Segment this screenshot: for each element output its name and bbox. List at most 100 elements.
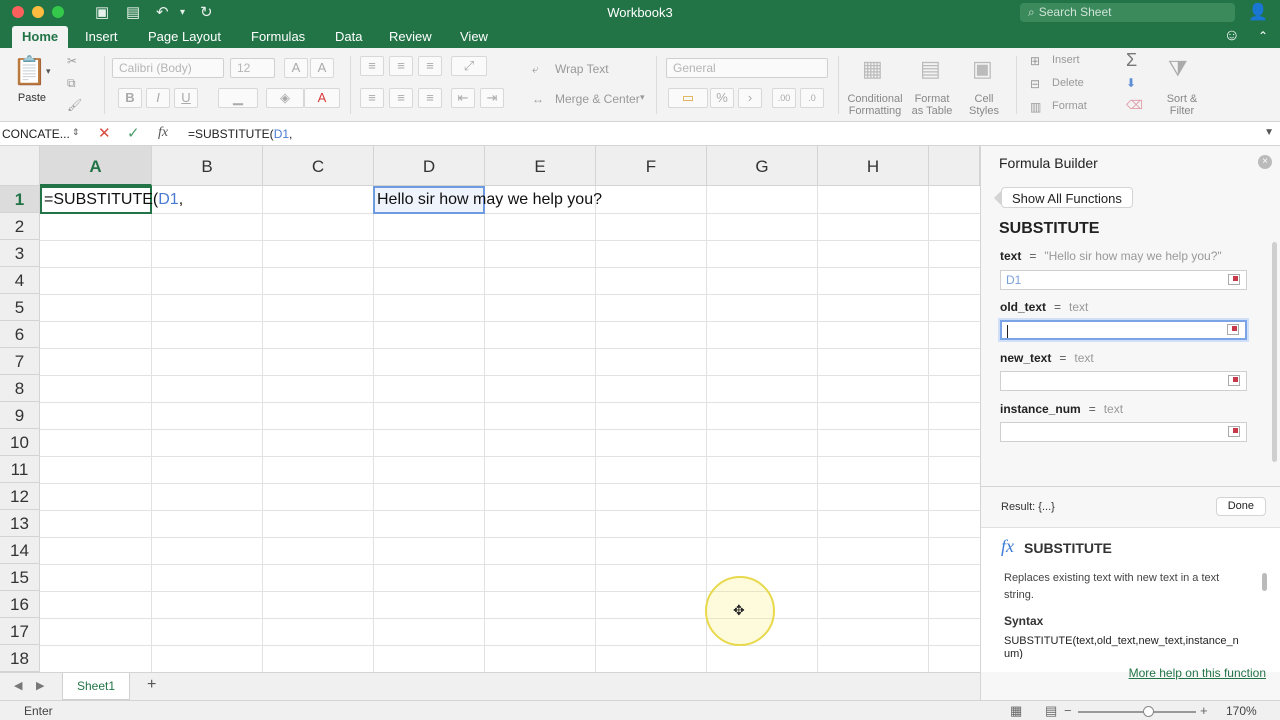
row-header-7[interactable]: 7: [0, 348, 40, 375]
add-sheet-icon[interactable]: +: [147, 676, 156, 694]
select-all-corner[interactable]: [0, 146, 40, 186]
row-header-11[interactable]: 11: [0, 456, 40, 483]
collapse-ribbon-icon[interactable]: ⌃: [1258, 29, 1268, 43]
align-bottom-button[interactable]: ≡: [418, 56, 442, 76]
spreadsheet-grid[interactable]: A B C D E F G H 1 2 3 4 5 6 7 8 9 10 11 …: [0, 146, 980, 672]
active-cell-a1[interactable]: =SUBSTITUTE(D1,: [40, 186, 183, 214]
bold-button[interactable]: B: [118, 88, 142, 108]
font-size-select[interactable]: 12: [230, 58, 275, 78]
tab-home[interactable]: Home: [12, 26, 69, 48]
paste-icon[interactable]: 📋: [12, 54, 47, 87]
tab-page-layout[interactable]: Page Layout: [138, 26, 231, 48]
decrease-decimal-button[interactable]: .0: [800, 88, 824, 108]
row-header-2[interactable]: 2: [0, 213, 40, 240]
previous-sheet-icon[interactable]: ◀: [14, 679, 22, 692]
merge-center-button[interactable]: Merge & Center: [555, 92, 640, 106]
accounting-format-button[interactable]: ▭: [668, 88, 708, 108]
page-layout-view-icon[interactable]: ▤: [1045, 703, 1057, 719]
column-header-a[interactable]: A: [40, 146, 152, 186]
increase-font-size-button[interactable]: A: [284, 58, 308, 78]
column-header-f[interactable]: F: [596, 146, 707, 186]
percent-format-button[interactable]: %: [710, 88, 734, 108]
new-text-arg-input[interactable]: [1000, 371, 1247, 391]
format-painter-icon[interactable]: 🖌: [67, 98, 82, 112]
format-as-table-button[interactable]: Format as Table: [908, 93, 956, 117]
font-name-select[interactable]: Calibri (Body): [112, 58, 224, 78]
autosum-icon[interactable]: Σ: [1126, 50, 1137, 71]
row-header-10[interactable]: 10: [0, 429, 40, 456]
tab-formulas[interactable]: Formulas: [241, 26, 315, 48]
range-select-icon[interactable]: [1227, 324, 1239, 335]
zoom-slider[interactable]: [1078, 711, 1196, 713]
align-middle-button[interactable]: ≡: [389, 56, 413, 76]
range-select-icon[interactable]: [1228, 274, 1240, 285]
window-maximize-button[interactable]: [52, 6, 64, 18]
feedback-smiley-icon[interactable]: ☺: [1224, 27, 1240, 45]
insert-function-icon[interactable]: fx: [158, 125, 168, 141]
cancel-entry-icon[interactable]: ✕: [98, 124, 111, 142]
column-header-h[interactable]: H: [818, 146, 929, 186]
align-left-button[interactable]: ≡: [360, 88, 384, 108]
increase-indent-button[interactable]: ⇥: [480, 88, 504, 108]
conditional-formatting-button[interactable]: Conditional Formatting: [843, 93, 907, 117]
undo-dropdown-icon[interactable]: ▾: [180, 3, 185, 23]
insert-cells-button[interactable]: Insert: [1052, 54, 1080, 66]
tab-data[interactable]: Data: [325, 26, 372, 48]
name-box-stepper-icon[interactable]: ⇕: [72, 127, 80, 138]
align-right-button[interactable]: ≡: [418, 88, 442, 108]
normal-view-icon[interactable]: ▦: [1010, 703, 1022, 719]
underline-button[interactable]: U: [174, 88, 198, 108]
range-select-icon[interactable]: [1228, 375, 1240, 386]
confirm-entry-icon[interactable]: ✓: [127, 124, 140, 142]
old-text-arg-input[interactable]: [1000, 320, 1247, 340]
text-arg-input[interactable]: D1: [1000, 270, 1247, 290]
row-header-6[interactable]: 6: [0, 321, 40, 348]
comma-style-button[interactable]: ›: [738, 88, 762, 108]
column-header-e[interactable]: E: [485, 146, 596, 186]
panel-scrollbar[interactable]: [1272, 242, 1277, 462]
row-header-1[interactable]: 1: [0, 186, 40, 213]
save-icon[interactable]: ▤: [126, 3, 140, 23]
row-header-16[interactable]: 16: [0, 591, 40, 618]
number-format-select[interactable]: General: [666, 58, 828, 78]
row-header-15[interactable]: 15: [0, 564, 40, 591]
done-button[interactable]: Done: [1215, 497, 1266, 516]
next-sheet-icon[interactable]: ▶: [36, 679, 44, 692]
align-center-button[interactable]: ≡: [389, 88, 413, 108]
format-cells-button[interactable]: Format: [1052, 100, 1087, 112]
zoom-in-icon[interactable]: +: [1200, 703, 1208, 718]
cut-icon[interactable]: ✂: [67, 54, 77, 68]
fill-color-button[interactable]: ◈: [266, 88, 304, 108]
window-close-button[interactable]: [12, 6, 24, 18]
close-icon[interactable]: ×: [1258, 155, 1272, 169]
decrease-indent-button[interactable]: ⇤: [451, 88, 475, 108]
tab-view[interactable]: View: [450, 26, 498, 48]
row-header-8[interactable]: 8: [0, 375, 40, 402]
align-top-button[interactable]: ≡: [360, 56, 384, 76]
sort-filter-button[interactable]: Sort & Filter: [1154, 93, 1210, 117]
column-header-d[interactable]: D: [374, 146, 485, 186]
redo-icon[interactable]: ↻: [200, 3, 213, 23]
column-header-i[interactable]: [929, 146, 980, 186]
paste-dropdown-icon[interactable]: ▾: [46, 66, 51, 77]
cell-styles-button[interactable]: Cell Styles: [962, 93, 1006, 117]
instance-num-arg-input[interactable]: [1000, 422, 1247, 442]
delete-cells-button[interactable]: Delete: [1052, 77, 1084, 89]
row-header-5[interactable]: 5: [0, 294, 40, 321]
sheet-tab-sheet1[interactable]: Sheet1: [62, 673, 130, 700]
range-select-icon[interactable]: [1228, 426, 1240, 437]
tab-review[interactable]: Review: [379, 26, 442, 48]
more-help-link[interactable]: More help on this function: [1129, 666, 1266, 680]
clear-icon[interactable]: ⌫: [1126, 98, 1143, 112]
column-header-c[interactable]: C: [263, 146, 374, 186]
paste-button[interactable]: Paste: [12, 92, 52, 104]
zoom-out-icon[interactable]: −: [1064, 703, 1072, 718]
row-header-9[interactable]: 9: [0, 402, 40, 429]
fill-icon[interactable]: ⬇: [1126, 76, 1136, 90]
undo-icon[interactable]: ↶: [156, 3, 169, 23]
row-header-13[interactable]: 13: [0, 510, 40, 537]
zoom-slider-thumb[interactable]: [1143, 706, 1155, 717]
row-header-17[interactable]: 17: [0, 618, 40, 645]
expand-formula-bar-icon[interactable]: ▼: [1264, 127, 1274, 138]
row-header-12[interactable]: 12: [0, 483, 40, 510]
